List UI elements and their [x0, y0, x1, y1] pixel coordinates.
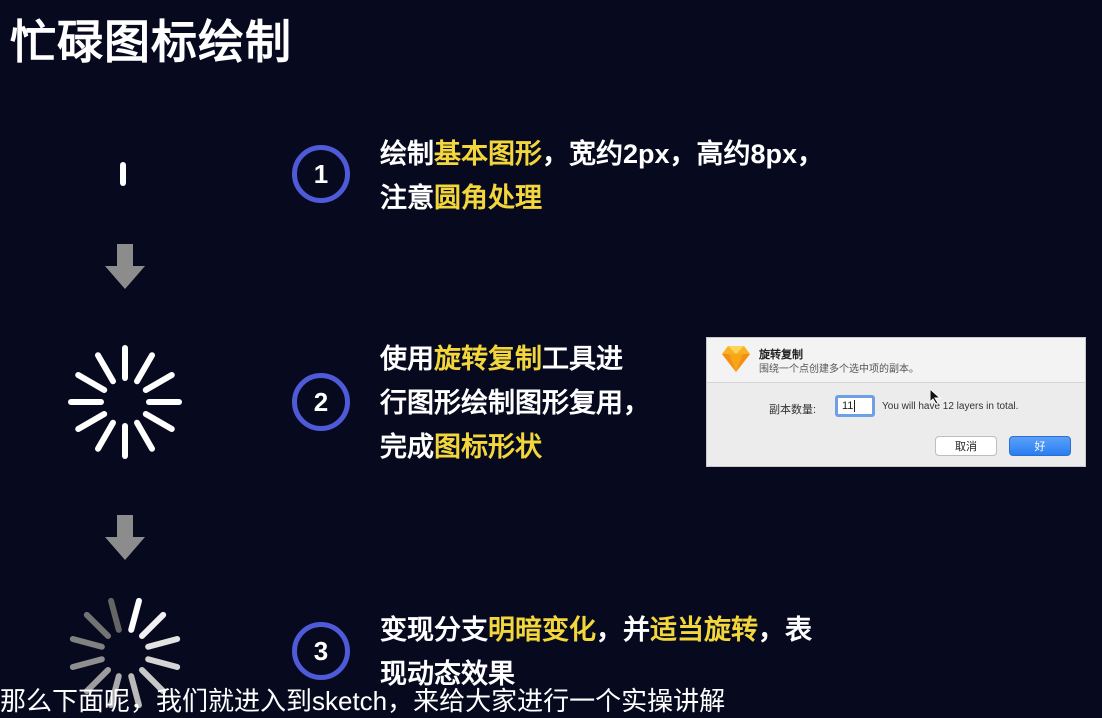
- spinner-spoke: [69, 656, 105, 670]
- spinner-spoke: [75, 372, 108, 393]
- step-text-run: ，宽约2px，高约8px，: [542, 139, 825, 169]
- spinner-spoke: [108, 597, 122, 633]
- step-3-badge: 3: [292, 622, 350, 680]
- spinner-spoke: [134, 419, 155, 452]
- highlight-text: 明暗变化: [488, 615, 596, 645]
- highlight-text: 图标形状: [434, 432, 542, 462]
- step-line: 完成图标形状: [380, 425, 650, 469]
- step-text-run: 绘制: [380, 139, 434, 169]
- down-arrow-icon: [105, 515, 145, 560]
- spinner-spoke: [95, 352, 116, 385]
- highlight-text: 圆角处理: [434, 183, 542, 213]
- copies-label: 副本数量:: [769, 404, 817, 416]
- ok-button[interactable]: 好: [1009, 436, 1071, 456]
- spinner-spoke: [134, 352, 155, 385]
- spinner-spoke: [142, 372, 175, 393]
- copies-input[interactable]: 11: [835, 395, 875, 417]
- step-text-run: ，表: [758, 615, 812, 645]
- step-text-run: 行图形绘制图形复用，: [380, 388, 650, 418]
- step-2-text: 使用旋转复制工具进行图形绘制图形复用， 完成图标形状: [380, 337, 650, 469]
- spinner-spoke: [69, 636, 105, 650]
- step-line: 变现分支明暗变化，并适当旋转，表: [380, 608, 812, 652]
- down-arrow-icon: [105, 244, 145, 289]
- mouse-cursor-icon: [930, 389, 942, 405]
- highlight-text: 基本图形: [434, 139, 542, 169]
- highlight-text: 适当旋转: [650, 615, 758, 645]
- dialog-subtitle: 围绕一个点创建多个选中项的副本。: [759, 364, 919, 375]
- sketch-diamond-icon: [722, 346, 750, 372]
- step-line: 注意圆角处理: [380, 176, 824, 220]
- copies-hint: You will have 12 layers in total.: [882, 401, 1019, 412]
- step-text-run: 使用: [380, 344, 434, 374]
- basic-shape-bar: [120, 162, 126, 186]
- spinner-spoke: [145, 636, 181, 650]
- step-2-badge: 2: [292, 373, 350, 431]
- step-1-badge: 1: [292, 145, 350, 203]
- spinner-spoke: [83, 611, 112, 640]
- spinner-spoke: [142, 411, 175, 432]
- spinner-spoke: [75, 411, 108, 432]
- step-text-run: 工具进: [542, 344, 623, 374]
- video-subtitle: 那么下面呢，我们就进入到sketch，来给大家进行一个实操讲解: [0, 686, 726, 716]
- step-3-text: 变现分支明暗变化，并适当旋转，表现动态效果: [380, 608, 812, 696]
- step-line: 绘制基本图形，宽约2px，高约8px，: [380, 132, 824, 176]
- step-text-run: 注意: [380, 183, 434, 213]
- step-text-run: ，并: [596, 615, 650, 645]
- copies-input-value: 11: [842, 400, 854, 412]
- spinner-spoke: [128, 597, 142, 633]
- step-text-run: 变现分支: [380, 615, 488, 645]
- step-1-text: 绘制基本图形，宽约2px，高约8px， 注意圆角处理: [380, 132, 824, 220]
- step-text-run: 现动态效果: [380, 659, 515, 689]
- step-line: 使用旋转复制工具进: [380, 337, 650, 381]
- step-line: 行图形绘制图形复用，: [380, 381, 650, 425]
- step-text-run: 完成: [380, 432, 434, 462]
- dialog-header: 旋转复制 围绕一个点创建多个选中项的副本。: [707, 338, 1085, 383]
- page-title: 忙碌图标绘制: [10, 16, 292, 68]
- spinner-spoke: [145, 656, 181, 670]
- highlight-text: 旋转复制: [434, 344, 542, 374]
- spinner-spoke: [95, 419, 116, 452]
- spinner-spoke: [138, 611, 167, 640]
- rotate-copy-dialog: 旋转复制 围绕一个点创建多个选中项的副本。 副本数量: 11 You will …: [706, 337, 1086, 467]
- spinner-icon: [68, 345, 182, 459]
- cancel-button[interactable]: 取消: [935, 436, 997, 456]
